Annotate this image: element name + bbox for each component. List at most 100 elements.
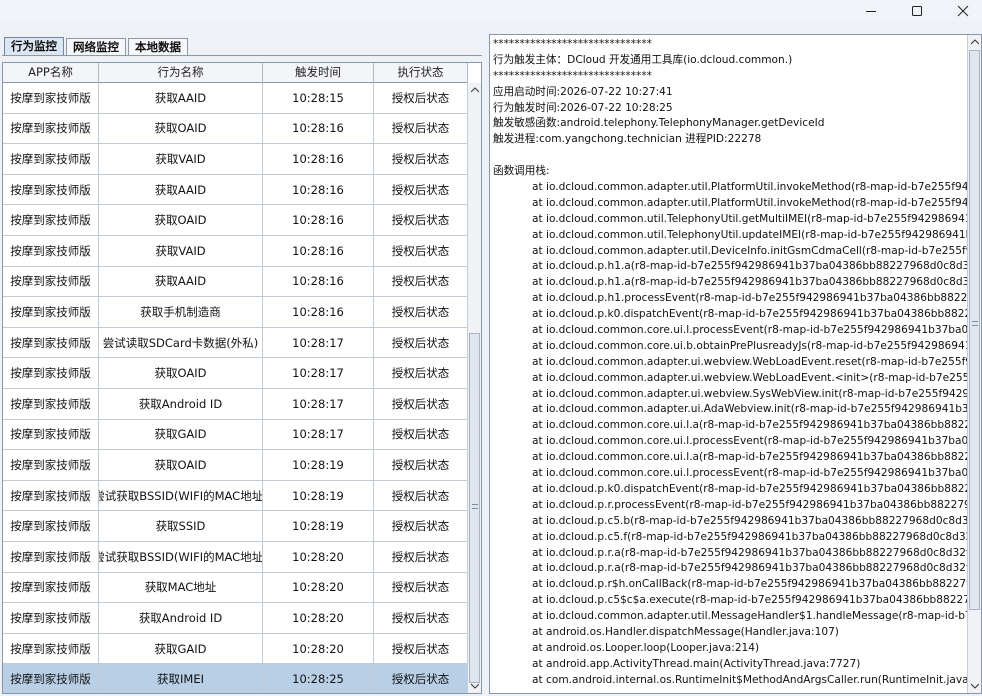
- close-icon: [957, 5, 969, 17]
- detail-log-area[interactable]: ****************************** 行为触发主体：DCl…: [489, 34, 982, 694]
- log-line: at io.dcloud.common.adapter.util.Platfor…: [532, 181, 968, 194]
- table-header: APP名称 行为名称 触发时间 执行状态: [3, 63, 468, 83]
- table-row[interactable]: 按摩到家技师版 获取AAID 10:28:16 授权后状态: [3, 174, 468, 206]
- scroll-up-button[interactable]: [468, 83, 481, 97]
- log-line: at android.os.Looper.loop(Looper.java:21…: [532, 641, 760, 654]
- cell-behavior-name: 获取AAID: [99, 174, 263, 206]
- cell-exec-status: 授权后状态: [374, 144, 468, 175]
- log-vertical-scrollbar[interactable]: [967, 35, 981, 693]
- log-line: at io.dcloud.p.h1.a(r8-map-id-b7e255f942…: [532, 260, 968, 273]
- tab-network-monitor[interactable]: 网络监控: [66, 38, 126, 56]
- table-row[interactable]: 按摩到家技师版 获取OAID 10:28:16 授权后状态: [3, 205, 468, 236]
- cell-behavior-name: 获取VAID: [99, 144, 263, 175]
- cell-behavior-name: 获取GAID: [99, 633, 263, 665]
- table-row[interactable]: 按摩到家技师版 获取OAID 10:28:19 授权后状态: [3, 450, 468, 481]
- maximize-button[interactable]: [894, 0, 940, 22]
- cell-app-name: 按摩到家技师版: [3, 542, 99, 573]
- cell-trigger-time: 10:28:19: [263, 511, 374, 542]
- minimize-button[interactable]: [848, 0, 894, 22]
- cell-behavior-name: 获取Android ID: [99, 389, 263, 420]
- cell-exec-status: 授权后状态: [374, 572, 468, 604]
- cell-app-name: 按摩到家技师版: [3, 572, 99, 604]
- log-line: at io.dcloud.common.adapter.ui.webview.W…: [532, 355, 968, 368]
- cell-trigger-time: 10:28:17: [263, 358, 374, 389]
- log-line: 应用启动时间:2026-07-22 10:27:41: [493, 85, 673, 98]
- table-row[interactable]: 按摩到家技师版 尝试获取BSSID(WIFI的MAC地址) 10:28:20 授权后状…: [3, 542, 468, 573]
- cell-trigger-time: 10:28:17: [263, 419, 374, 451]
- table-row[interactable]: 按摩到家技师版 获取VAID 10:28:16 授权后状态: [3, 236, 468, 267]
- cell-exec-status: 授权后状态: [374, 633, 468, 665]
- column-header-behavior-name[interactable]: 行为名称: [99, 63, 263, 83]
- detail-log-text: ****************************** 行为触发主体：DCl…: [493, 37, 968, 693]
- log-scroll-up-button[interactable]: [968, 35, 981, 49]
- table-row[interactable]: 按摩到家技师版 获取手机制造商 10:28:16 授权后状态: [3, 297, 468, 328]
- table-row[interactable]: 按摩到家技师版 获取Android ID 10:28:20 授权后状态: [3, 603, 468, 634]
- log-line: at io.dcloud.common.util.TelephonyUtil.g…: [532, 212, 968, 225]
- table-row[interactable]: 按摩到家技师版 获取Android ID 10:28:17 授权后状态: [3, 389, 468, 420]
- table-row[interactable]: 按摩到家技师版 获取OAID 10:28:16 授权后状态: [3, 113, 468, 145]
- cell-trigger-time: 10:28:16: [263, 236, 374, 267]
- cell-app-name: 按摩到家技师版: [3, 266, 99, 298]
- log-scrollbar-thumb[interactable]: [969, 50, 980, 610]
- cell-exec-status: 授权后状态: [374, 297, 468, 328]
- table-row[interactable]: 按摩到家技师版 获取GAID 10:28:20 授权后状态: [3, 633, 468, 665]
- close-button[interactable]: [940, 0, 982, 22]
- cell-trigger-time: 10:28:19: [263, 450, 374, 481]
- tab-behavior-monitor[interactable]: 行为监控: [4, 37, 64, 56]
- tab-local-data[interactable]: 本地数据: [128, 38, 188, 56]
- cell-trigger-time: 10:28:20: [263, 542, 374, 573]
- cell-exec-status: 授权后状态: [374, 511, 468, 542]
- scroll-down-button[interactable]: [468, 679, 481, 693]
- table-row[interactable]: 按摩到家技师版 获取VAID 10:28:16 授权后状态: [3, 144, 468, 175]
- table-row[interactable]: 按摩到家技师版 尝试获取BSSID(WIFI的MAC地址) 10:28:19 授权后状…: [3, 480, 468, 512]
- cell-trigger-time: 10:28:16: [263, 144, 374, 175]
- cell-exec-status: 授权后状态: [374, 480, 468, 512]
- table-row[interactable]: 按摩到家技师版 获取MAC地址 10:28:20 授权后状态: [3, 572, 468, 604]
- cell-exec-status: 授权后状态: [374, 327, 468, 359]
- table-vertical-scrollbar[interactable]: [467, 83, 481, 693]
- cell-behavior-name: 尝试获取BSSID(WIFI的MAC地址): [99, 480, 263, 512]
- log-line: at io.dcloud.p.c5.b(r8-map-id-b7e255f942…: [532, 514, 968, 527]
- log-line: at io.dcloud.p.h1.a(r8-map-id-b7e255f942…: [532, 276, 968, 289]
- table-row[interactable]: 按摩到家技师版 获取SSID 10:28:19 授权后状态: [3, 511, 468, 542]
- log-line: at io.dcloud.common.core.ui.l.a(r8-map-i…: [532, 419, 968, 432]
- minimize-icon: [866, 11, 876, 12]
- cell-app-name: 按摩到家技师版: [3, 603, 99, 634]
- table-row[interactable]: 按摩到家技师版 获取AAID 10:28:16 授权后状态: [3, 266, 468, 298]
- log-line: at com.android.internal.os.RuntimeInit$M…: [532, 673, 968, 686]
- cell-trigger-time: 10:28:19: [263, 480, 374, 512]
- maximize-icon: [912, 6, 922, 16]
- log-line: at io.dcloud.p.r$h.onCallBack(r8-map-id-…: [532, 578, 968, 591]
- cell-app-name: 按摩到家技师版: [3, 358, 99, 389]
- table-row[interactable]: 按摩到家技师版 尝试读取SDCard卡数据(外私) 10:28:17 授权后状态: [3, 327, 468, 359]
- table-row[interactable]: 按摩到家技师版 获取AAID 10:28:15 授权后状态: [3, 83, 468, 114]
- cell-behavior-name: 获取MAC地址: [99, 572, 263, 604]
- cell-behavior-name: 获取GAID: [99, 419, 263, 451]
- cell-exec-status: 授权后状态: [374, 205, 468, 236]
- table-row[interactable]: 按摩到家技师版 获取GAID 10:28:17 授权后状态: [3, 419, 468, 451]
- column-header-app-name[interactable]: APP名称: [3, 63, 99, 83]
- log-line: 行为触发主体：DCloud 开发通用工具库(io.dcloud.common.): [493, 53, 793, 66]
- scrollbar-grip-icon: [472, 504, 478, 509]
- log-line: at io.dcloud.common.core.ui.l.processEve…: [532, 435, 968, 448]
- log-line: at android.os.Handler.dispatchMessage(Ha…: [532, 625, 839, 638]
- cell-app-name: 按摩到家技师版: [3, 511, 99, 542]
- column-header-exec-status[interactable]: 执行状态: [374, 63, 468, 83]
- cell-app-name: 按摩到家技师版: [3, 633, 99, 665]
- cell-behavior-name: 获取OAID: [99, 113, 263, 145]
- column-header-trigger-time[interactable]: 触发时间: [263, 63, 374, 83]
- log-line: at io.dcloud.p.c5.f(r8-map-id-b7e255f942…: [532, 530, 968, 543]
- log-scroll-down-button[interactable]: [968, 679, 981, 693]
- log-line: ******************************: [493, 38, 652, 50]
- log-line: at io.dcloud.p.r.a(r8-map-id-b7e255f9429…: [532, 562, 968, 575]
- cell-trigger-time: 10:28:15: [263, 83, 374, 114]
- table-row[interactable]: 按摩到家技师版 获取IMEI 10:28:25 授权后状态: [3, 664, 468, 693]
- cell-app-name: 按摩到家技师版: [3, 419, 99, 451]
- cell-app-name: 按摩到家技师版: [3, 236, 99, 267]
- scrollbar-thumb[interactable]: [469, 333, 480, 683]
- log-line: 函数调用栈:: [493, 165, 550, 178]
- table-row[interactable]: 按摩到家技师版 获取OAID 10:28:17 授权后状态: [3, 358, 468, 389]
- log-line: ******************************: [493, 69, 652, 82]
- cell-behavior-name: 获取AAID: [99, 83, 263, 114]
